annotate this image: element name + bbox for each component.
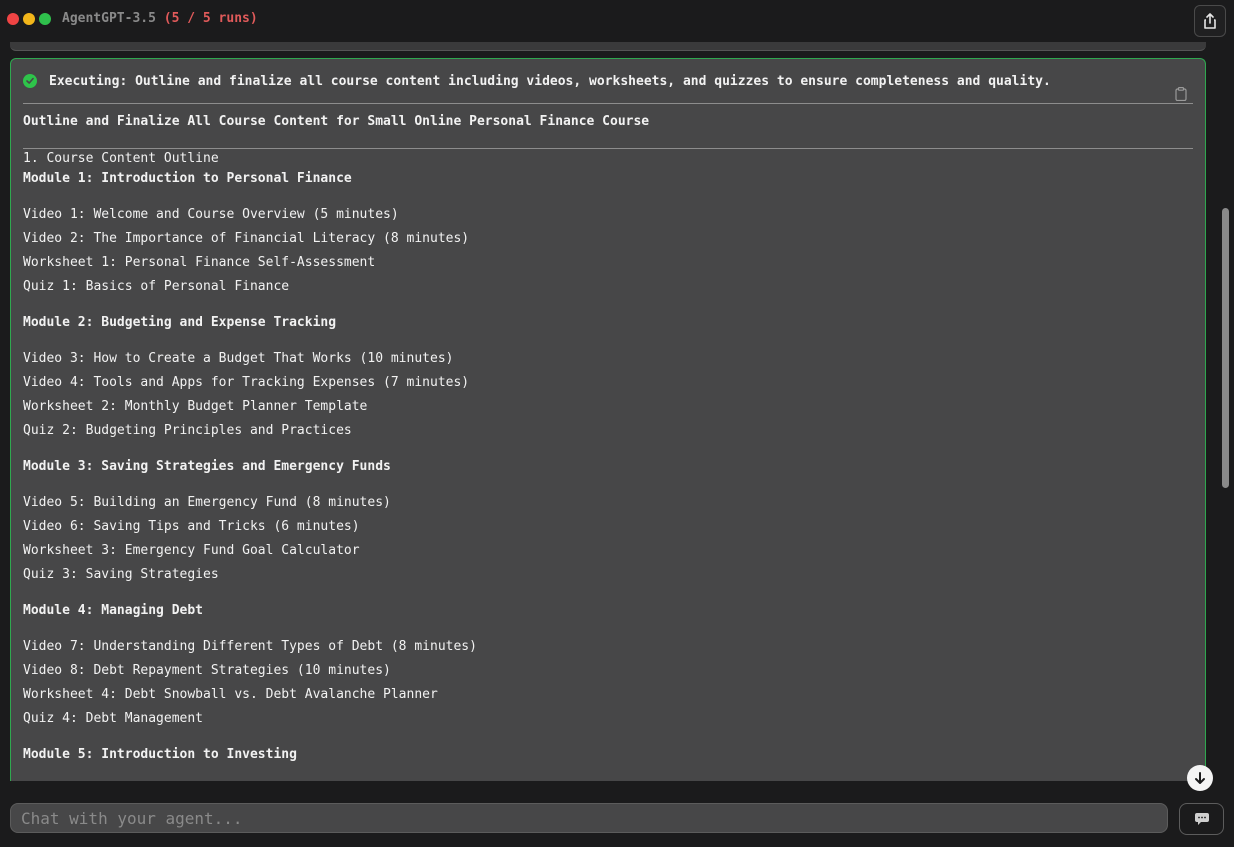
scroll-to-bottom-button[interactable] bbox=[1187, 765, 1213, 791]
check-circle-icon bbox=[23, 74, 37, 88]
list-item: Quiz 1: Basics of Personal Finance bbox=[23, 279, 290, 294]
divider bbox=[23, 103, 1193, 104]
section-heading: 1. Course Content Outline bbox=[23, 151, 219, 166]
list-item: Video 6: Saving Tips and Tricks (6 minut… bbox=[23, 519, 360, 534]
model-name: GPT-3.5 bbox=[101, 11, 156, 26]
module-title: Module 1: Introduction to Personal Finan… bbox=[23, 171, 352, 186]
list-item: Video 3: How to Create a Budget That Wor… bbox=[23, 351, 454, 366]
top-bar: AgentGPT-3.5 (5 / 5 runs) bbox=[0, 0, 1234, 40]
list-item: Video 5: Building an Emergency Fund (8 m… bbox=[23, 495, 391, 510]
module-title: Module 2: Budgeting and Expense Tracking bbox=[23, 315, 337, 330]
list-item: Video 7: Understanding Different Types o… bbox=[23, 639, 477, 654]
module-title: Module 4: Managing Debt bbox=[23, 603, 204, 618]
list-item: Video 8: Debt Repayment Strategies (10 m… bbox=[23, 663, 391, 678]
list-item: Worksheet 3: Emergency Fund Goal Calcula… bbox=[23, 543, 360, 558]
send-button[interactable] bbox=[1179, 803, 1224, 835]
list-item: Quiz 2: Budgeting Principles and Practic… bbox=[23, 423, 352, 438]
close-dot[interactable] bbox=[7, 13, 19, 25]
share-button[interactable] bbox=[1194, 5, 1226, 37]
share-icon bbox=[1204, 13, 1216, 29]
executing-line: Executing: Outline and finalize all cour… bbox=[23, 72, 1193, 102]
list-item: Worksheet 4: Debt Snowball vs. Debt Aval… bbox=[23, 687, 438, 702]
list-item: Quiz 4: Debt Management bbox=[23, 711, 204, 726]
runs-counter: (5 / 5 runs) bbox=[163, 11, 258, 26]
chat-bubble-icon bbox=[1194, 813, 1209, 825]
module-title: Module 5: Introduction to Investing bbox=[23, 747, 297, 762]
brand-name: Agent bbox=[62, 11, 102, 26]
chat-input[interactable] bbox=[10, 803, 1168, 833]
window-controls bbox=[7, 13, 51, 25]
list-item: Video 2: The Importance of Financial Lit… bbox=[23, 231, 470, 246]
maximize-dot[interactable] bbox=[39, 13, 51, 25]
module-title: Module 3: Saving Strategies and Emergenc… bbox=[23, 459, 391, 474]
arrow-down-circle-icon bbox=[1195, 772, 1205, 784]
task-heading: Outline and Finalize All Course Content … bbox=[23, 114, 650, 129]
copy-button[interactable] bbox=[1112, 72, 1187, 120]
task-message-card: Executing: Outline and finalize all cour… bbox=[10, 58, 1206, 781]
minimize-dot[interactable] bbox=[23, 13, 35, 25]
list-item: Worksheet 2: Monthly Budget Planner Temp… bbox=[23, 399, 368, 414]
divider bbox=[23, 148, 1193, 149]
list-item: Video 4: Tools and Apps for Tracking Exp… bbox=[23, 375, 470, 390]
list-item: Quiz 3: Saving Strategies bbox=[23, 567, 219, 582]
executing-text: Executing: Outline and finalize all cour… bbox=[49, 73, 1051, 89]
clipboard-icon bbox=[1175, 87, 1187, 102]
scrollbar-thumb[interactable] bbox=[1222, 208, 1229, 488]
previous-message-card bbox=[10, 42, 1206, 51]
list-item: Worksheet 1: Personal Finance Self-Asses… bbox=[23, 255, 376, 270]
app-title: AgentGPT-3.5 (5 / 5 runs) bbox=[62, 11, 258, 26]
list-item: Video 1: Welcome and Course Overview (5 … bbox=[23, 207, 399, 222]
